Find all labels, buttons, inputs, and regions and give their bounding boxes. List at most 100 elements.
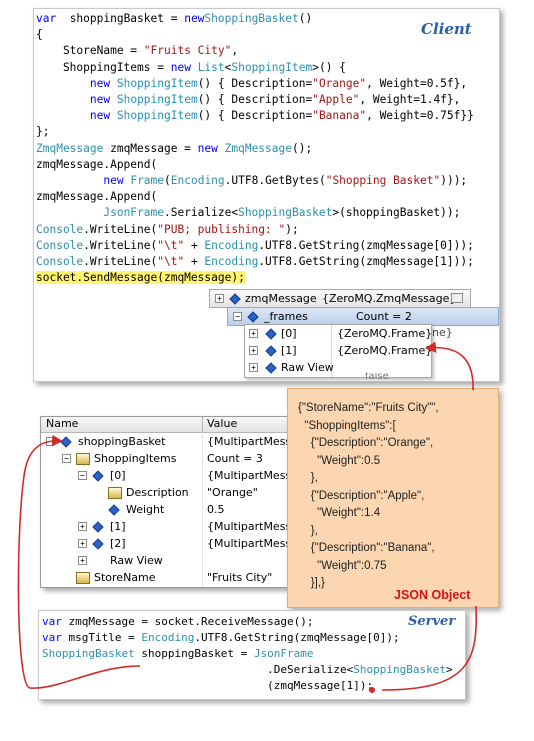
client-code-line: new ShoppingItem() { Description="Banana… (36, 108, 474, 124)
code-token: { (36, 28, 43, 42)
datatip-row-name: [0] (281, 327, 297, 340)
collapse-icon[interactable]: − (233, 312, 242, 321)
code-token: (zmqMessage[1] (42, 679, 360, 692)
code-token: zmqMessage = (103, 141, 198, 155)
watch-row[interactable]: Description "Orange" (41, 484, 291, 501)
code-token: + (184, 255, 205, 269)
client-code-line: Console.WriteLine("\t" + Encoding.UTF8.G… (36, 254, 474, 270)
code-token: var (36, 12, 57, 25)
client-code-line: new ShoppingItem() { Description="Apple"… (36, 92, 474, 108)
code-token: ShoppingBasket (238, 206, 333, 220)
collapse-icon[interactable]: − (78, 471, 87, 480)
expand-icon[interactable]: + (215, 294, 224, 303)
code-token: ShoppingItems = (36, 60, 171, 74)
watch-row[interactable]: Weight 0.5 (41, 501, 291, 518)
client-code-line: JsonFrame.Serialize<ShoppingBasket>(shop… (36, 205, 474, 221)
collapse-icon[interactable]: − (62, 454, 71, 463)
datatip-row-name: Raw View (281, 361, 334, 374)
expand-icon[interactable]: + (249, 329, 258, 338)
code-token: "PUB; publishing: " (157, 222, 286, 236)
code-token: new (170, 60, 191, 74)
watch-row[interactable]: StoreName "Fruits City" (41, 569, 291, 586)
code-token: new (197, 141, 218, 155)
code-token: .UTF8.GetString(zmqMessage[1])); (258, 255, 474, 269)
expand-icon[interactable]: + (78, 522, 87, 531)
watch-row[interactable]: + Raw View (41, 552, 291, 569)
watch-row[interactable]: + [1] {MultipartMessa (41, 518, 291, 535)
code-token: .WriteLine( (83, 238, 158, 252)
property-icon (76, 572, 90, 584)
code-token: >() { (312, 60, 346, 74)
watch-header: Name Value (41, 417, 291, 433)
name-column-header[interactable]: Name (46, 416, 78, 431)
code-token: StoreName = (36, 44, 144, 58)
watch-row-value: "Orange" (207, 486, 258, 499)
code-token: ZmqMessage (36, 141, 104, 155)
code-token: var (42, 615, 62, 628)
code-token: () { Description= (197, 109, 313, 123)
datatip-row-0[interactable]: + [0] {ZeroMQ.Frame} (245, 325, 432, 342)
code-token: JsonFrame (103, 206, 164, 220)
expand-icon[interactable]: + (249, 346, 258, 355)
code-token: zmqMessage.Append( (36, 190, 158, 204)
json-line: "Weight":0.5 (298, 454, 381, 467)
pin-icon[interactable] (451, 293, 463, 303)
code-token: ( (164, 174, 171, 188)
code-token: () { Description= (197, 93, 313, 107)
code-token: ShoppingItem (116, 93, 198, 107)
datatip-title-name: zmqMessage (245, 292, 317, 305)
watch-row[interactable]: − shoppingBasket {MultipartMessa (41, 433, 291, 450)
expand-icon[interactable]: + (78, 556, 87, 565)
datatip-row-value: {ZeroMQ.Frame} (337, 344, 433, 357)
code-token: ShoppingBasket (204, 12, 299, 25)
watch-row-value: {MultipartMessa (207, 520, 291, 533)
code-token: ))); (440, 174, 468, 188)
watch-row-value: 0.5 (207, 503, 225, 516)
watch-row[interactable]: − ShoppingItems Count = 3 (41, 450, 291, 467)
code-token: .UTF8.GetString(zmqMessage[0])); (258, 238, 474, 252)
code-token: zmqMessage.Append( (36, 157, 158, 171)
code-token: ShoppingItem (231, 60, 313, 74)
expand-icon[interactable]: + (249, 363, 258, 372)
client-code-line: zmqMessage.Append( (36, 157, 474, 173)
code-token: .WriteLine( (83, 255, 158, 269)
expand-icon[interactable]: + (78, 539, 87, 548)
client-code-line: new Frame(Encoding.UTF8.GetBytes("Shoppi… (36, 173, 474, 189)
value-column-header[interactable]: Value (207, 416, 237, 431)
code-token: , Weight=0.5f}, (366, 76, 468, 90)
code-token: + (184, 238, 205, 252)
datatip-row-1[interactable]: + [1] {ZeroMQ.Frame} (245, 342, 433, 359)
watch-row-name: Description (126, 486, 189, 499)
watch-row-value: {MultipartMessa (207, 537, 291, 550)
watch-row[interactable]: − [0] {MultipartMessa (41, 467, 291, 484)
json-object-label: JSON Object (394, 588, 471, 602)
watch-row[interactable]: + [2] {MultipartMessa (41, 535, 291, 552)
datatip-title[interactable]: + zmqMessage {ZeroMQ.ZmqMessage} (209, 289, 471, 308)
client-code-line: }; (36, 124, 474, 140)
datatip-row-name: [1] (281, 344, 297, 357)
client-code-line: StoreName = "Fruits City", (36, 43, 474, 59)
client-code-line: ShoppingItems = new List<ShoppingItem>()… (36, 60, 474, 76)
code-token: .Serialize< (163, 206, 239, 220)
field-icon (229, 293, 241, 305)
client-code-line: var shoppingBasket = newShoppingBasket() (36, 11, 474, 27)
field-icon (60, 436, 72, 448)
watch-row-value: {MultipartMessa (207, 469, 291, 482)
code-token: Console (36, 238, 84, 252)
code-token: new (89, 93, 111, 107)
json-line: "Weight":1.4 (298, 507, 381, 519)
datatip-row-2[interactable]: + Raw View (245, 359, 431, 376)
collapse-icon[interactable]: − (46, 437, 55, 446)
code-token: shoppingBasket = (134, 647, 254, 660)
server-code: var zmqMessage = socket.ReceiveMessage()… (42, 614, 453, 694)
watch-row-value: Count = 3 (207, 452, 263, 465)
clipped-value: ne} (432, 326, 453, 339)
client-code-line: zmqMessage.Append( (36, 189, 474, 205)
json-line: }, (298, 472, 318, 484)
client-code-line: Console.WriteLine("\t" + Encoding.UTF8.G… (36, 238, 474, 254)
